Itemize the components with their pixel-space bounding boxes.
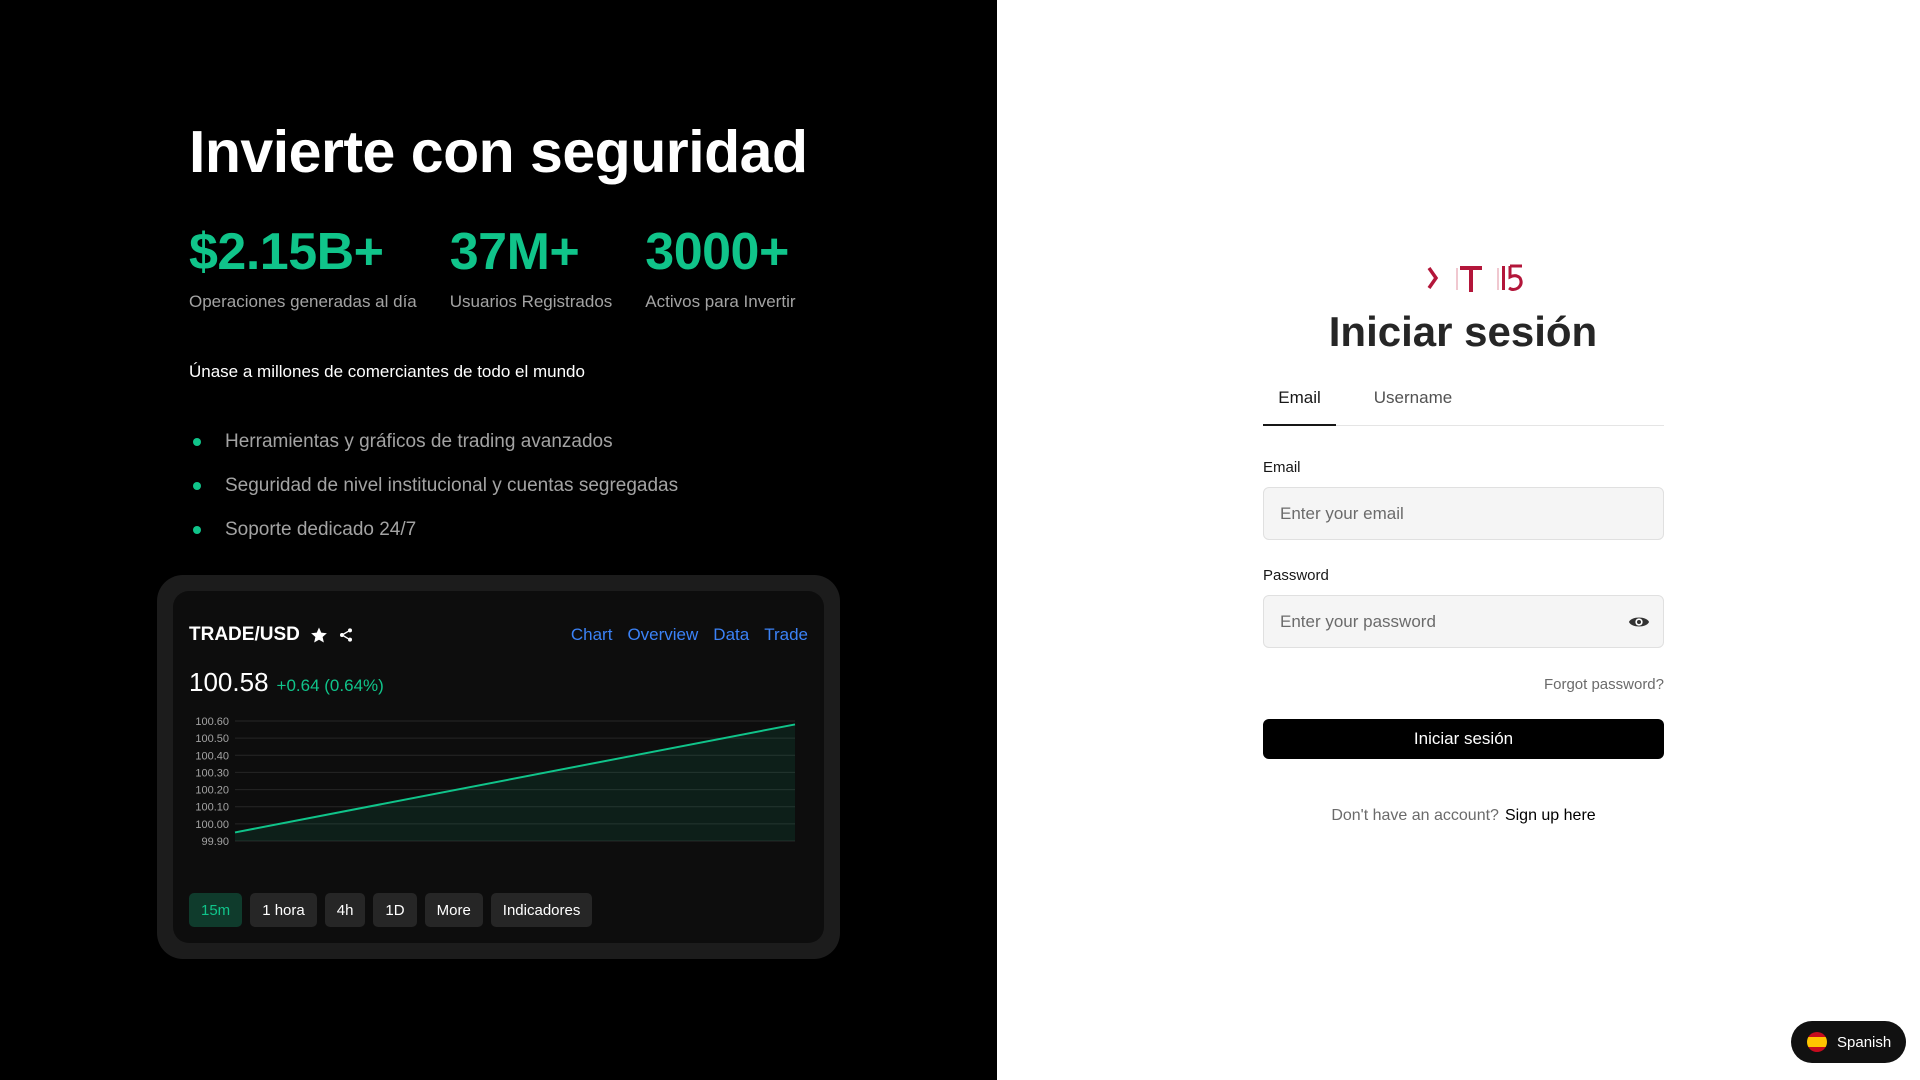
- tab-data[interactable]: Data: [713, 625, 749, 645]
- pair-name: TRADE/USD: [189, 624, 300, 645]
- forgot-password-link[interactable]: Forgot password?: [1464, 676, 1664, 693]
- tab-email[interactable]: Email: [1263, 388, 1336, 426]
- list-item: Soporte dedicado 24/7: [189, 508, 678, 552]
- price-chart: 100.60 100.50 100.40 100.30 100.20 100.10 100.…: [195, 716, 796, 848]
- pair-name-group: TRADE/USD: [189, 624, 354, 646]
- timeframe-button[interactable]: More: [424, 893, 483, 927]
- timeframe-button[interactable]: 1 hora: [250, 893, 317, 927]
- y-tick-label: 100.20: [195, 785, 229, 797]
- stat-value: 37M+: [449, 223, 580, 281]
- tab-trade[interactable]: Trade: [764, 625, 808, 645]
- timeframe-button[interactable]: 4h: [324, 893, 366, 927]
- email-input[interactable]: [1263, 487, 1664, 540]
- hero-panel: Invierte con seguridad $2.15B+ Operacion…: [0, 0, 997, 1080]
- series-area: [235, 724, 795, 841]
- y-tick-label: 99.90: [201, 836, 229, 848]
- spain-flag-icon: [1807, 1032, 1827, 1052]
- stat-users: 37M+ Usuarios Registrados: [450, 226, 613, 312]
- feature-text: Herramientas y gráficos de trading avanz…: [225, 431, 613, 452]
- password-label: Password: [1263, 567, 1329, 584]
- show-password-icon[interactable]: [1628, 611, 1650, 633]
- tab-chart[interactable]: Chart: [571, 625, 613, 645]
- price-value: 100.58: [189, 667, 269, 697]
- stat-value: 3000+: [645, 223, 789, 281]
- stat-label: Activos para Invertir: [645, 292, 796, 311]
- widget-header: TRADE/USD Chart Overview Data Trade: [189, 624, 808, 646]
- stats-row: $2.15B+ Operaciones generadas al día 37M…: [189, 226, 829, 312]
- bullet-icon: [193, 482, 201, 490]
- tab-overview[interactable]: Overview: [627, 625, 698, 645]
- tab-username[interactable]: Username: [1368, 388, 1458, 426]
- y-tick-label: 100.10: [195, 802, 229, 814]
- timeframe-button[interactable]: 15m: [189, 893, 243, 927]
- bullet-icon: [193, 526, 201, 534]
- price-change: +0.64 (0.64%): [276, 676, 384, 695]
- login-title: Iniciar sesión: [1328, 308, 1598, 355]
- y-tick-label: 100.60: [195, 716, 229, 728]
- trading-widget-frame: TRADE/USD Chart Overview Data Trade 100.…: [157, 575, 840, 959]
- email-label: Email: [1263, 459, 1301, 476]
- feature-text: Seguridad de nivel institucional y cuent…: [225, 475, 679, 496]
- timeframe-button[interactable]: 1D: [373, 893, 417, 927]
- price-row: 100.58 +0.64 (0.64%): [189, 667, 384, 698]
- signup-row: Don't have an account? Sign up here: [1263, 807, 1664, 825]
- bullet-icon: [193, 438, 201, 446]
- brand-logo: [1427, 264, 1523, 292]
- hero-title: Invierte con seguridad: [189, 119, 808, 185]
- feature-list: Herramientas y gráficos de trading avanz…: [189, 420, 678, 552]
- timeframe-selector: 15m 1 hora 4h 1D More Indicadores: [189, 893, 600, 927]
- trading-widget: TRADE/USD Chart Overview Data Trade 100.…: [173, 591, 824, 943]
- share-icon[interactable]: [338, 627, 354, 643]
- login-tabs: Email Username: [1263, 388, 1664, 426]
- stat-value: $2.15B+: [189, 223, 384, 281]
- language-selector[interactable]: Spanish: [1791, 1021, 1906, 1063]
- y-tick-label: 100.30: [195, 767, 229, 779]
- y-tick-label: 100.50: [195, 733, 229, 745]
- feature-text: Soporte dedicado 24/7: [225, 519, 417, 540]
- timeframe-button[interactable]: Indicadores: [490, 893, 593, 927]
- login-panel: [997, 0, 1920, 1080]
- language-label: Spanish: [1837, 1033, 1892, 1051]
- y-tick-label: 100.40: [195, 750, 229, 762]
- list-item: Herramientas y gráficos de trading avanz…: [189, 420, 678, 464]
- password-input[interactable]: [1263, 595, 1664, 648]
- stat-volume: $2.15B+ Operaciones generadas al día: [189, 226, 417, 312]
- signup-link[interactable]: Sign up here: [1505, 807, 1596, 824]
- stat-assets: 3000+ Activos para Invertir: [645, 226, 795, 312]
- stat-label: Usuarios Registrados: [449, 292, 613, 311]
- list-item: Seguridad de nivel institucional y cuent…: [189, 464, 678, 508]
- y-tick-label: 100.00: [195, 819, 229, 831]
- join-text: Únase a millones de comerciantes de todo…: [189, 362, 585, 381]
- login-button[interactable]: Iniciar sesión: [1263, 719, 1664, 759]
- no-account-text: Don't have an account?: [1331, 807, 1499, 824]
- star-icon[interactable]: [310, 626, 328, 644]
- widget-tabs: Chart Overview Data Trade: [556, 625, 808, 645]
- stat-label: Operaciones generadas al día: [189, 292, 417, 311]
